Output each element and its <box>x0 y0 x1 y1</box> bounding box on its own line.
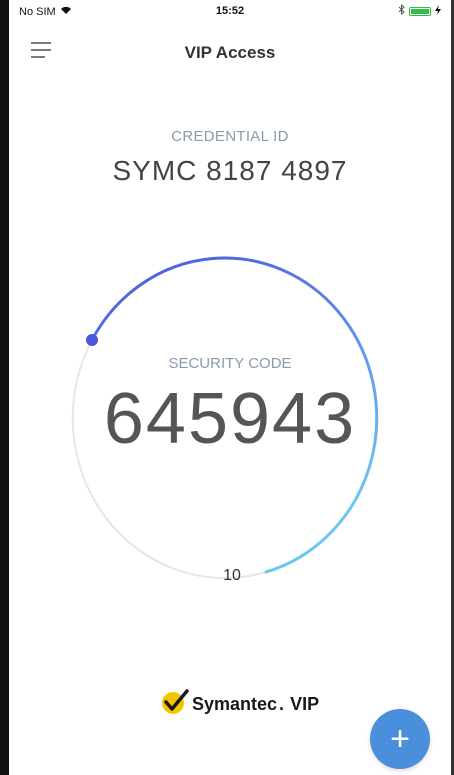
plus-icon: + <box>390 719 410 758</box>
brand-suffix: VIP <box>290 694 320 714</box>
check-icon <box>160 688 190 721</box>
countdown-seconds: 10 <box>223 567 241 584</box>
navigation-bar: VIP Access <box>9 22 451 78</box>
bluetooth-icon <box>398 3 405 18</box>
device-bezel-left <box>0 0 9 775</box>
brand-name: Symantec <box>192 694 278 714</box>
security-code-value: 645943 <box>103 379 357 459</box>
status-bar: No SIM 15:52 <box>9 0 451 22</box>
battery-fill <box>411 8 429 14</box>
status-right <box>398 3 441 18</box>
charging-icon <box>435 4 441 18</box>
credential-id-value: SYMC 8187 4897 <box>112 155 348 186</box>
ring-progress-knob <box>86 334 98 346</box>
page-title: VIP Access <box>184 43 276 62</box>
credential-id-label: CREDENTIAL ID <box>171 128 289 145</box>
app-screen: No SIM 15:52 VIP Access CREDENTIAL ID SY… <box>0 0 454 775</box>
security-code-label: SECURITY CODE <box>168 355 292 372</box>
status-time: 15:52 <box>215 5 245 17</box>
symantec-vip-logo: Symantec . VIP <box>160 688 319 721</box>
add-credential-button[interactable]: + <box>370 709 430 769</box>
battery-icon <box>409 6 431 16</box>
brand-dot: . <box>279 694 285 714</box>
